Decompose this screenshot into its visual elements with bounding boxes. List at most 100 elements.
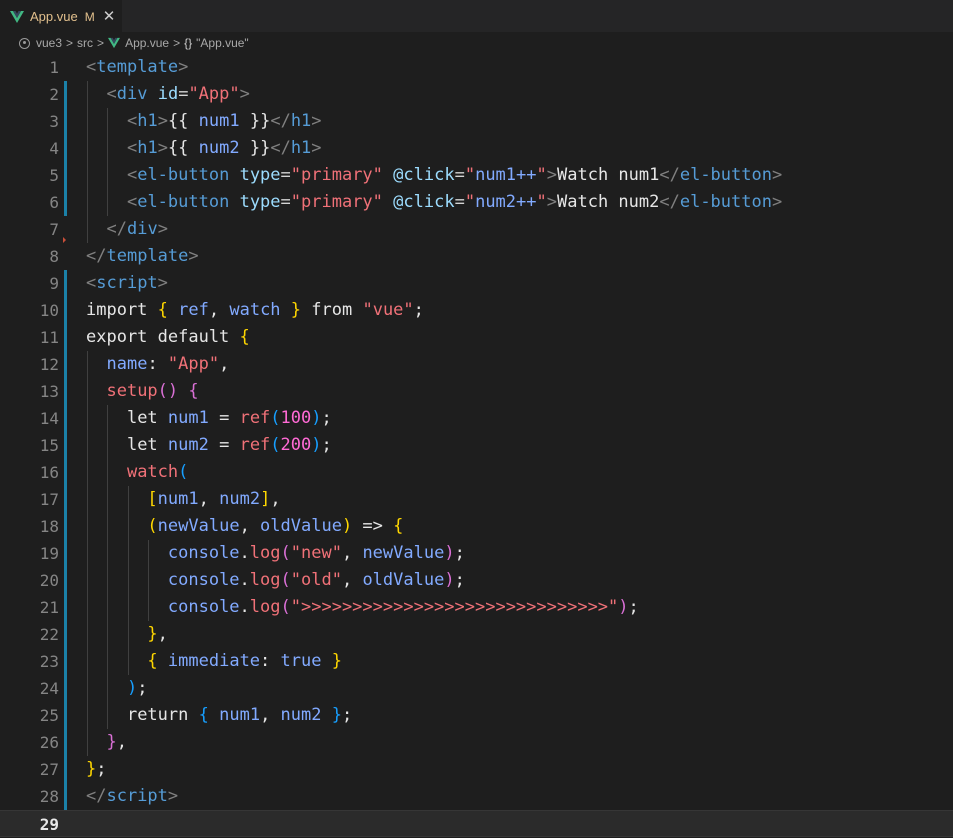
code-token: "App" [188,84,240,104]
indent-guide [87,621,88,648]
code-token: el-button [679,192,772,212]
code-line[interactable]: 9 <script> [0,270,953,297]
indent-guide [107,513,109,540]
code-text: let num2 = ref(200); [86,432,332,459]
code-editor[interactable]: 1 <template> 2 <div id="App"> 3 <h1>{{ num1… [0,54,953,837]
code-line[interactable]: 7 </div> [0,216,953,243]
breadcrumb-item-file[interactable]: App.vue [125,36,169,50]
code-line[interactable]: 21 console.log(">>>>>>>>>>>>>>>>>>>>>>>>… [0,594,953,621]
code-token: num2 [280,705,322,725]
code-token: }} [239,138,271,158]
line-number: 9 [49,274,59,293]
code-line[interactable]: 20 console.log("old", oldValue); [0,567,953,594]
code-line[interactable]: 1 <template> [0,54,953,81]
code-token: > [157,111,168,131]
code-token: ; [454,570,465,590]
breadcrumb-item-vue3[interactable]: vue3 [36,36,62,50]
indent-guide [107,405,109,432]
breadcrumb-item-symbol[interactable]: "App.vue" [196,36,249,50]
code-line[interactable]: 5 <el-button type="primary" @click="num1… [0,162,953,189]
code-line[interactable]: 22 }, [0,621,953,648]
code-token: oldValue [260,516,342,536]
code-token: { [198,705,209,725]
code-line[interactable]: 27}; [0,756,953,783]
code-line[interactable]: 23 { immediate: true } [0,648,953,675]
code-line[interactable]: 28 </script> [0,783,953,810]
code-line[interactable]: 19 console.log("new", newValue); [0,540,953,567]
code-token: div [116,84,148,104]
code-line[interactable]: 11 export default { [0,324,953,351]
code-text: name: "App", [86,351,229,378]
code-token: template [106,246,189,266]
code-line[interactable]: 16 watch( [0,459,953,486]
code-token: , [116,732,127,752]
code-line[interactable]: 10 import { ref, watch } from "vue"; [0,297,953,324]
code-token: "vue" [362,300,414,320]
code-token: el-button [137,165,230,185]
code-line[interactable]: 6 <el-button type="primary" @click="num2… [0,189,953,216]
code-token: } [331,651,342,671]
code-token: } [147,624,158,644]
indent-guide [107,108,109,135]
code-token: </ [270,111,291,131]
code-token: > [239,84,250,104]
code-text: { immediate: true } [86,648,342,675]
indent-guide [87,675,88,702]
code-line[interactable]: 18 (newValue, oldValue) => { [0,513,953,540]
code-line[interactable]: 8 </template> [0,243,953,270]
code-token: ref [239,408,271,428]
code-line[interactable]: 29 [0,810,953,837]
breadcrumb-item-src[interactable]: src [77,36,93,50]
code-line[interactable]: 3 <h1>{{ num1 }}</h1> [0,108,953,135]
code-line[interactable]: 24 ); [0,675,953,702]
code-line[interactable]: 15 let num2 = ref(200); [0,432,953,459]
indent-guide [107,162,109,189]
indent-guide [87,594,88,621]
code-token: Watch num2 [557,192,660,212]
code-line[interactable]: 4 <h1>{{ num2 }}</h1> [0,135,953,162]
code-token: { [239,327,250,347]
code-token: < [106,84,117,104]
code-text: <h1>{{ num1 }}</h1> [86,108,322,135]
code-token: = [454,165,465,185]
code-token: > [546,165,557,185]
code-token: , [157,624,168,644]
line-number: 17 [39,490,59,509]
line-number: 26 [39,733,59,752]
code-line[interactable]: 13 setup() { [0,378,953,405]
line-number: 13 [39,382,59,401]
code-text: console.log("old", oldValue); [86,567,465,594]
indent-guide [127,513,129,540]
code-token: 100 [280,408,312,428]
code-line[interactable]: 17 [num1, num2], [0,486,953,513]
code-line[interactable]: 26 }, [0,729,953,756]
code-token: } [106,732,117,752]
code-text: }; [86,756,107,783]
code-line[interactable]: 14 let num1 = ref(100); [0,405,953,432]
code-token: () [157,381,179,401]
close-icon[interactable]: ✕ [103,9,116,24]
code-line[interactable]: 2 <div id="App"> [0,81,953,108]
code-token: ref [239,435,271,455]
tab-app-vue[interactable]: App.vue M ✕ [0,0,122,32]
code-token: num2 [219,489,261,509]
indent-guide [87,351,88,378]
code-token: num1 [157,489,199,509]
code-token: </ [659,192,680,212]
code-token: ; [413,300,424,320]
indent-guide [127,540,129,567]
code-token: { [157,300,168,320]
code-token: console [167,543,240,563]
indent-guide [87,432,88,459]
code-token: ( [280,570,291,590]
code-line[interactable]: 25 return { num1, num2 }; [0,702,953,729]
line-number: 19 [39,544,59,563]
indent-guide [87,405,88,432]
code-line[interactable]: 12 name: "App", [0,351,953,378]
code-token: name [106,354,148,374]
code-token: ( [270,435,281,455]
code-token: @click [393,192,455,212]
